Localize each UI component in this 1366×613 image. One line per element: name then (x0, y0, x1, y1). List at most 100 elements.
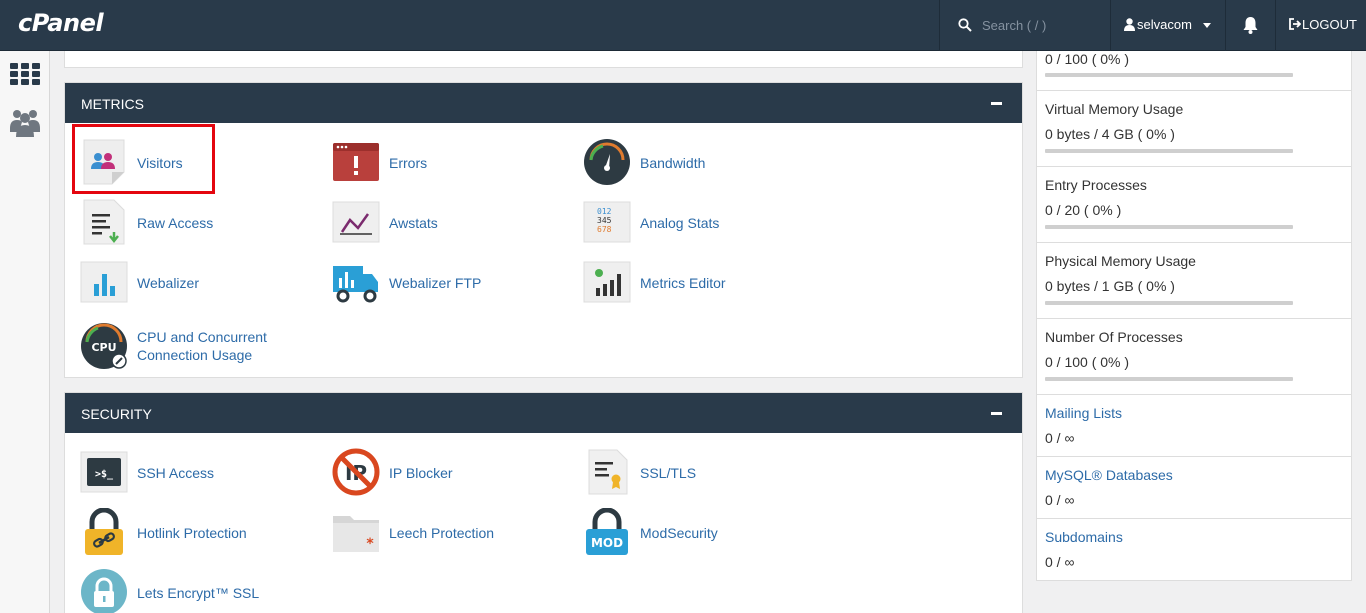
progress-bar (1045, 225, 1293, 229)
security-item-ssh-access[interactable]: >$_ SSH Access (65, 445, 315, 499)
security-label-modsecurity: ModSecurity (640, 525, 718, 541)
metrics-item-cpu-usage[interactable]: CPU CPU and Concurrent Connection Usage (65, 319, 315, 373)
cpu-label-line2: Connection Usage (137, 347, 253, 363)
security-label-hotlink-protection: Hotlink Protection (137, 525, 247, 541)
stat-virtual-memory: Virtual Memory Usage 0 bytes / 4 GB ( 0%… (1037, 91, 1351, 167)
raw-access-icon (83, 199, 125, 245)
metrics-item-metrics-editor[interactable]: Metrics Editor (568, 255, 818, 309)
notifications-button[interactable] (1226, 0, 1276, 51)
padlock-link-icon (85, 508, 123, 555)
stat-title: Virtual Memory Usage (1045, 101, 1184, 117)
metrics-label-analog-stats: Analog Stats (640, 215, 720, 231)
metrics-item-webalizer-ftp[interactable]: Webalizer FTP (317, 255, 567, 309)
mysql-databases-link[interactable]: MySQL® Databases (1045, 467, 1173, 483)
stat-entry-processes: Entry Processes 0 / 20 ( 0% ) (1037, 167, 1351, 243)
metrics-label-visitors: Visitors (137, 155, 183, 171)
metrics-item-bandwidth[interactable]: Bandwidth (568, 135, 818, 189)
stat-value: 0 / ∞ (1045, 492, 1075, 508)
svg-text:345: 345 (597, 216, 612, 225)
user-menu[interactable]: selvacom (1111, 0, 1226, 51)
progress-bar (1045, 301, 1293, 305)
metrics-label-bandwidth: Bandwidth (640, 155, 706, 171)
search-icon (958, 18, 972, 32)
webalizer-icon (80, 261, 128, 303)
subdomains-link[interactable]: Subdomains (1045, 529, 1123, 545)
security-label-ip-blocker: IP Blocker (389, 465, 453, 481)
stat-partial: 0 / 100 ( 0% ) (1037, 51, 1351, 91)
security-header[interactable]: SECURITY (65, 393, 1022, 433)
webalizer-ftp-icon (333, 266, 378, 303)
security-label-lets-encrypt: Lets Encrypt™ SSL (137, 585, 260, 601)
security-item-ssl-tls[interactable]: SSL/TLS (568, 445, 818, 499)
stat-physical-memory: Physical Memory Usage 0 bytes / 1 GB ( 0… (1037, 243, 1351, 319)
padlock-mod-icon: MOD (586, 508, 628, 555)
metrics-label-webalizer: Webalizer (137, 275, 199, 291)
username: selvacom (1137, 17, 1192, 32)
visitors-icon (83, 139, 125, 185)
metrics-item-raw-access[interactable]: Raw Access (65, 195, 315, 249)
security-item-hotlink-protection[interactable]: Hotlink Protection (65, 505, 315, 559)
security-item-lets-encrypt[interactable]: Lets Encrypt™ SSL (65, 565, 315, 613)
awstats-icon (332, 201, 380, 243)
svg-text:CPU: CPU (91, 341, 116, 354)
stat-value: 0 / 100 ( 0% ) (1045, 51, 1130, 67)
certificate-icon (588, 449, 628, 495)
bell-icon (1243, 17, 1258, 34)
metrics-item-visitors[interactable]: Visitors (65, 135, 315, 189)
cpu-icon: CPU (81, 323, 127, 369)
stat-value: 0 / ∞ (1045, 430, 1075, 446)
chevron-down-icon (1203, 23, 1211, 28)
svg-text:012: 012 (597, 207, 612, 216)
cpanel-logo[interactable]: cPanel (18, 9, 104, 37)
progress-bar (1045, 73, 1293, 77)
top-bar: cPanel selvacom LOGOUT (0, 0, 1366, 51)
stat-subdomains: Subdomains 0 / ∞ (1037, 519, 1351, 581)
lets-encrypt-icon (81, 569, 127, 613)
terminal-icon: >$_ (80, 451, 128, 493)
metrics-label-webalizer-ftp: Webalizer FTP (389, 275, 482, 291)
page-scrollbar-track[interactable] (1352, 51, 1366, 613)
stat-value: 0 bytes / 1 GB ( 0% ) (1045, 278, 1175, 294)
progress-bar (1045, 377, 1293, 381)
metrics-header[interactable]: METRICS (65, 83, 1022, 123)
stat-value: 0 / 100 ( 0% ) (1045, 354, 1130, 370)
left-sidebar (0, 51, 50, 613)
metrics-panel: METRICS Visitors Errors Bandwidth Raw Ac… (64, 82, 1023, 378)
logout-label: LOGOUT (1302, 17, 1357, 32)
users-icon[interactable] (9, 106, 41, 138)
svg-text:678: 678 (597, 225, 612, 234)
search-input[interactable] (982, 14, 1102, 36)
apps-grid-icon[interactable] (9, 59, 41, 91)
stat-number-of-processes: Number Of Processes 0 / 100 ( 0% ) (1037, 319, 1351, 395)
metrics-title: METRICS (81, 96, 144, 112)
stat-mysql-databases: MySQL® Databases 0 / ∞ (1037, 457, 1351, 519)
security-label-leech-protection: Leech Protection (389, 525, 495, 541)
metrics-label-awstats: Awstats (389, 215, 438, 231)
security-item-modsecurity[interactable]: MOD ModSecurity (568, 505, 818, 559)
metrics-editor-icon (583, 261, 631, 303)
security-label-ssl-tls: SSL/TLS (640, 465, 697, 481)
stat-title: Entry Processes (1045, 177, 1147, 193)
user-icon (1124, 18, 1135, 31)
search-box[interactable] (939, 0, 1111, 51)
logout-button[interactable]: LOGOUT (1289, 17, 1357, 32)
progress-bar (1045, 149, 1293, 153)
bandwidth-icon (584, 139, 630, 185)
metrics-item-webalizer[interactable]: Webalizer (65, 255, 315, 309)
stat-value: 0 bytes / 4 GB ( 0% ) (1045, 126, 1175, 142)
stat-title: Number Of Processes (1045, 329, 1183, 345)
security-item-ip-blocker[interactable]: IP IP Blocker (317, 445, 567, 499)
stats-sidebar: 0 / 100 ( 0% ) Virtual Memory Usage 0 by… (1036, 51, 1352, 581)
metrics-item-awstats[interactable]: Awstats (317, 195, 567, 249)
metrics-item-analog-stats[interactable]: 012 345 678 Analog Stats (568, 195, 818, 249)
svg-text:*: * (366, 536, 374, 552)
metrics-label-raw-access: Raw Access (137, 215, 214, 231)
mailing-lists-link[interactable]: Mailing Lists (1045, 405, 1122, 421)
metrics-item-errors[interactable]: Errors (317, 135, 567, 189)
collapse-icon[interactable] (991, 412, 1002, 415)
collapse-icon[interactable] (991, 102, 1002, 105)
security-item-leech-protection[interactable]: * Leech Protection (317, 505, 567, 559)
stat-title: Physical Memory Usage (1045, 253, 1196, 269)
stat-mailing-lists: Mailing Lists 0 / ∞ (1037, 395, 1351, 457)
security-panel: SECURITY >$_ SSH Access IP IP Blocker SS… (64, 392, 1023, 613)
